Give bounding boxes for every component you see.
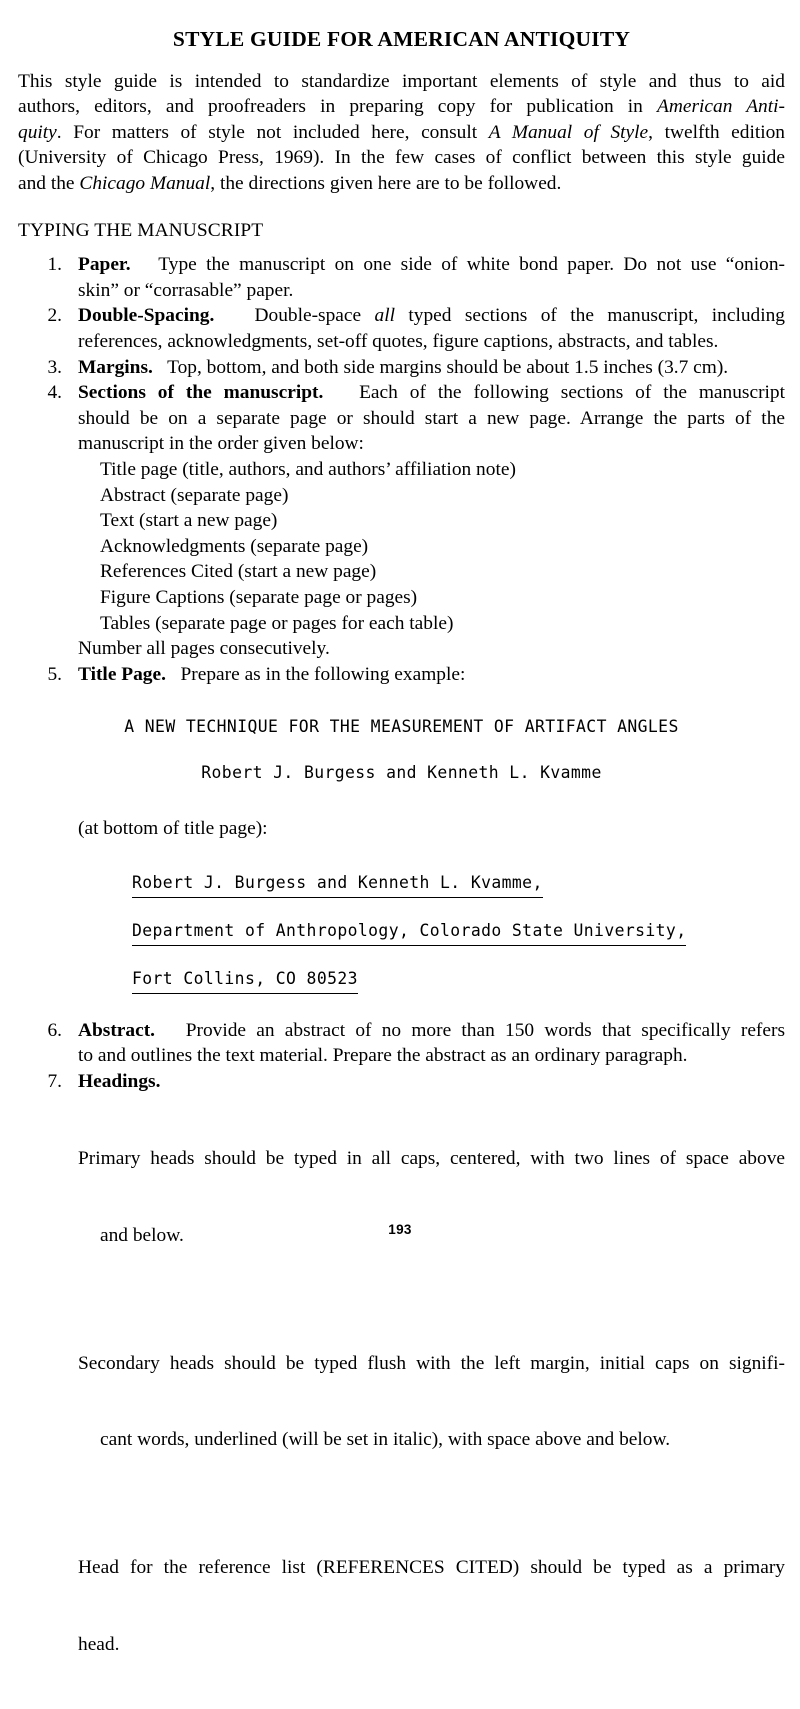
rule-number-5: 5. bbox=[47, 663, 62, 685]
example-at-bottom-note: (at bottom of title page): bbox=[78, 818, 268, 840]
rule-6-lead-label: Abstract. bbox=[78, 1019, 156, 1041]
rule-7-paragraph-secondary-heads: Secondary heads should be typed flush wi… bbox=[78, 1299, 785, 1504]
page-title: STYLE GUIDE FOR AMERICAN ANTIQUITY bbox=[172, 27, 631, 51]
example-article-authors: Robert J. Burgess and Kenneth L. Kvamme bbox=[201, 763, 602, 783]
section-heading-typing-the-manuscript: TYPING THE MANUSCRIPT bbox=[18, 219, 264, 241]
rule-6-text-1: Provide an abstract of no more than 150 … bbox=[185, 1019, 785, 1041]
rule-2-line-1: Double-Spacing. Double-space all typed s… bbox=[78, 303, 785, 329]
intro-line-3-text: . For matters of style not included here… bbox=[56, 121, 489, 143]
rule-5-line-1: Title Page. Prepare as in the following … bbox=[78, 662, 785, 688]
rule-item-2-double-spacing: 2. Double-Spacing. Double-space all type… bbox=[36, 303, 785, 354]
example-address-row-3: Fort Collins, CO 80523 bbox=[132, 968, 785, 994]
rule-2-line-2: references, acknowledgments, set-off quo… bbox=[78, 330, 719, 352]
rule-1-line-2: skin” or “corrasable” paper. bbox=[78, 279, 294, 301]
rule-item-3-margins: 3. Margins. Top, bottom, and both side m… bbox=[36, 355, 785, 381]
intro-line-5: and the Chicago Manual, the directions g… bbox=[18, 171, 785, 197]
example-article-title: A NEW TECHNIQUE FOR THE MEASUREMENT OF A… bbox=[124, 717, 679, 737]
example-address-block: Robert J. Burgess and Kenneth L. Kvamme,… bbox=[18, 872, 785, 994]
example-address-line-city: Fort Collins, CO 80523 bbox=[132, 968, 358, 994]
rule-2-italic-all: all bbox=[374, 305, 395, 327]
rule-4-line-1: Sections of the manuscript. Each of the … bbox=[78, 380, 785, 406]
rule-2-text-c: typed sections of the manuscript, includ… bbox=[394, 305, 785, 327]
manuscript-section-title-page: Title page (title, authors, and authors’… bbox=[100, 458, 516, 480]
rule-3-line-1: Margins. Top, bottom, and both side marg… bbox=[78, 355, 785, 381]
rule-body-1: Paper. Type the manuscript on one side o… bbox=[78, 252, 785, 303]
example-address-line-authors: Robert J. Burgess and Kenneth L. Kvamme, bbox=[132, 872, 543, 898]
rule-item-6-abstract: 6. Abstract. Provide an abstract of no m… bbox=[36, 1018, 785, 1069]
rule-4-tail-number-pages: Number all pages consecutively. bbox=[78, 638, 330, 660]
rule-body-4: Sections of the manuscript. Each of the … bbox=[78, 380, 785, 662]
manuscript-section-acknowledgments: Acknowledgments (separate page) bbox=[100, 535, 369, 557]
manuscript-section-references-cited: References Cited (start a new page) bbox=[100, 561, 377, 583]
rule-6-line-1: Abstract. Provide an abstract of no more… bbox=[78, 1018, 785, 1044]
rules-list: 1. Paper. Type the manuscript on one sid… bbox=[18, 252, 785, 687]
example-address-row-2: Department of Anthropology, Colorado Sta… bbox=[132, 920, 785, 946]
rule-7-p2-line-2: cant words, underlined (will be set in i… bbox=[100, 1429, 671, 1451]
manuscript-section-figure-captions: Figure Captions (separate page or pages) bbox=[100, 586, 418, 608]
rule-body-3: Margins. Top, bottom, and both side marg… bbox=[78, 355, 785, 381]
rule-3-text-1: Top, bottom, and both side margins shoul… bbox=[167, 356, 729, 378]
intro-italic-quity: quity bbox=[18, 121, 57, 143]
rule-5-text-1: Prepare as in the following example: bbox=[180, 663, 466, 685]
rule-number-7: 7. bbox=[47, 1071, 62, 1093]
rule-4-line-3: manuscript in the order given below: bbox=[78, 433, 364, 455]
rule-4-line-2: should be on a separate page or should s… bbox=[78, 407, 785, 429]
rule-body-2: Double-Spacing. Double-space all typed s… bbox=[78, 303, 785, 354]
intro-line-1: This style guide is intended to standard… bbox=[18, 70, 785, 92]
manuscript-section-abstract: Abstract (separate page) bbox=[100, 484, 289, 506]
intro-line-2: authors, editors, and proofreaders in pr… bbox=[18, 94, 785, 120]
rule-7-lead-line: Headings. bbox=[78, 1069, 785, 1095]
rule-item-5-title-page: 5. Title Page. Prepare as in the followi… bbox=[36, 662, 785, 688]
intro-italic-american-antiquity: American Anti- bbox=[657, 96, 785, 118]
rule-item-7-headings: 7. Headings. Primary heads should be typ… bbox=[36, 1069, 785, 1709]
rule-1-lead-label: Paper. bbox=[78, 254, 131, 276]
intro-italic-chicago-manual: Chicago Manual bbox=[79, 173, 211, 195]
intro-line-3: quity. For matters of style not included… bbox=[18, 120, 785, 146]
rule-1-line-1: Paper. Type the manuscript on one side o… bbox=[78, 252, 785, 278]
example-address-line-department: Department of Anthropology, Colorado Sta… bbox=[132, 920, 687, 946]
rule-6-line-2: to and outlines the text material. Prepa… bbox=[78, 1045, 688, 1067]
manuscript-section-tables: Tables (separate page or pages for each … bbox=[100, 612, 454, 634]
rule-7-p3-line-1: Head for the reference list (REFERENCES … bbox=[78, 1557, 785, 1579]
intro-paragraph: This style guide is intended to standard… bbox=[18, 69, 785, 197]
rule-number-4: 4. bbox=[47, 382, 62, 404]
title-page-example-block: A NEW TECHNIQUE FOR THE MEASUREMENT OF A… bbox=[18, 717, 785, 994]
example-address-row-1: Robert J. Burgess and Kenneth L. Kvamme, bbox=[132, 872, 785, 898]
rule-4-text-1: Each of the following sections of the ma… bbox=[359, 382, 786, 404]
rule-3-lead-label: Margins. bbox=[78, 356, 153, 378]
rules-list-continued: 6. Abstract. Provide an abstract of no m… bbox=[18, 1018, 785, 1709]
page-number-folio: 193 bbox=[388, 1222, 412, 1237]
rule-number-2: 2. bbox=[47, 305, 62, 327]
intro-line-5-text: and the bbox=[18, 173, 80, 195]
intro-line-4: (University of Chicago Press, 1969). In … bbox=[18, 147, 785, 169]
intro-line-3-tail: , twelfth edition bbox=[648, 121, 785, 143]
rule-item-4-sections-of-the-manuscript: 4. Sections of the manuscript. Each of t… bbox=[36, 380, 785, 662]
rule-2-text-a: Double-space bbox=[254, 305, 375, 327]
rule-body-7: Headings. Primary heads should be typed … bbox=[78, 1069, 785, 1709]
rule-2-lead-label: Double-Spacing. bbox=[78, 305, 215, 327]
intro-line-2-text: authors, editors, and proofreaders in pr… bbox=[18, 96, 658, 118]
rule-number-1: 1. bbox=[47, 254, 62, 276]
rule-body-6: Abstract. Provide an abstract of no more… bbox=[78, 1018, 785, 1069]
rule-7-paragraph-reference-list-head: Head for the reference list (REFERENCES … bbox=[78, 1504, 785, 1709]
manuscript-sections-list: Title page (title, authors, and authors’… bbox=[78, 457, 785, 636]
rule-item-1-paper: 1. Paper. Type the manuscript on one sid… bbox=[36, 252, 785, 303]
rule-number-3: 3. bbox=[47, 356, 62, 378]
rule-7-p1-line-1: Primary heads should be typed in all cap… bbox=[78, 1147, 785, 1169]
rule-number-6: 6. bbox=[47, 1019, 62, 1041]
rule-body-5: Title Page. Prepare as in the following … bbox=[78, 662, 785, 688]
intro-italic-manual-of-style: A Manual of Style bbox=[488, 121, 649, 143]
rule-7-paragraph-primary-heads: Primary heads should be typed in all cap… bbox=[78, 1095, 785, 1300]
intro-line-5-tail: , the directions given here are to be fo… bbox=[210, 173, 562, 195]
rule-4-lead-label: Sections of the manuscript. bbox=[78, 382, 324, 404]
page-content: STYLE GUIDE FOR AMERICAN ANTIQUITY This … bbox=[0, 0, 800, 1655]
rule-7-p2-line-1: Secondary heads should be typed flush wi… bbox=[78, 1352, 785, 1374]
manuscript-section-text: Text (start a new page) bbox=[100, 510, 278, 532]
rule-1-text-1: Type the manuscript on one side of white… bbox=[158, 254, 785, 276]
rule-5-lead-label: Title Page. bbox=[78, 663, 166, 685]
rule-7-p3-line-2: head. bbox=[78, 1634, 120, 1656]
rule-7-lead-label: Headings. bbox=[78, 1071, 161, 1093]
